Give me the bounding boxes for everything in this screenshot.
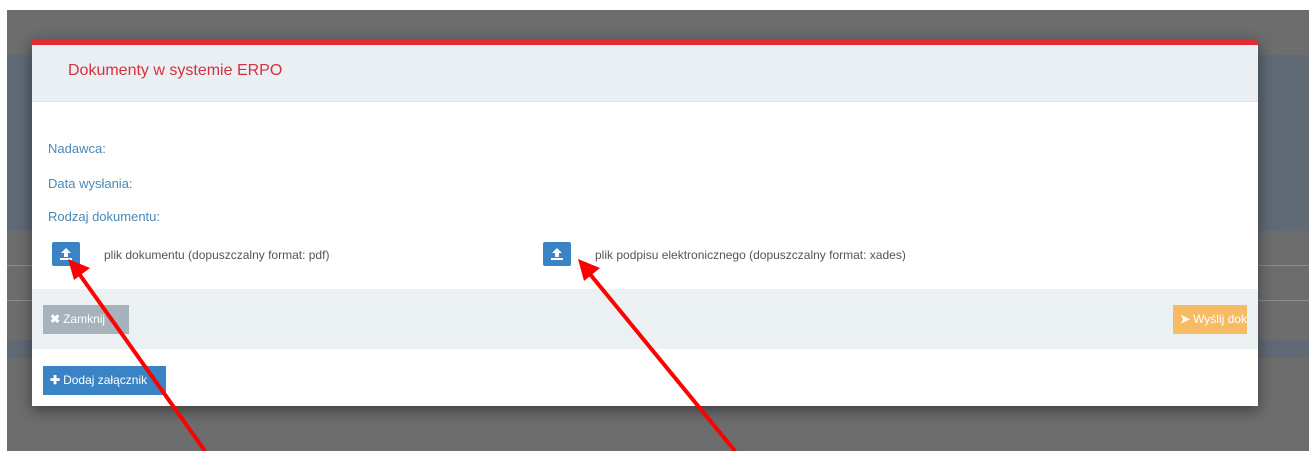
dialog-title: Dokumenty w systemie ERPO — [68, 62, 283, 79]
screenshot: Dokumenty w systemie ERPO Nadawca: Data … — [0, 0, 1309, 451]
close-button-label: Zamknij — [63, 312, 106, 326]
send-documents-button[interactable]: ➤Wyślij dokumenty — [1173, 305, 1247, 334]
document-type-label: Rodzaj dokumentu: — [48, 209, 161, 224]
document-upload-label: plik dokumentu (dopuszczalny format: pdf… — [104, 248, 330, 262]
upload-icon — [551, 248, 563, 260]
documents-dialog: Dokumenty w systemie ERPO Nadawca: Data … — [32, 39, 1258, 406]
dialog-footer: ✖Zamknij ➤Wyślij dokumenty — [32, 289, 1258, 349]
plus-icon: ✚ — [50, 373, 61, 387]
close-button[interactable]: ✖ Zamknij — [43, 305, 129, 334]
document-upload-button[interactable] — [52, 242, 80, 266]
dialog-header: Dokumenty w systemie ERPO — [32, 45, 1258, 102]
add-attachment-button[interactable]: ✚ Dodaj załącznik — [43, 366, 166, 395]
send-documents-label: Wyślij dokumenty — [1193, 312, 1247, 326]
signature-upload-button[interactable] — [543, 242, 571, 266]
sender-label: Nadawca: — [48, 141, 106, 156]
add-attachment-label: Dodaj załącznik — [63, 373, 148, 387]
times-icon: ✖ — [50, 312, 61, 326]
paper-plane-icon: ➤ — [1180, 312, 1191, 326]
signature-upload-label: plik podpisu elektronicznego (dopuszczal… — [595, 248, 906, 262]
sent-date-label: Data wysłania: — [48, 176, 133, 191]
upload-icon — [60, 248, 72, 260]
